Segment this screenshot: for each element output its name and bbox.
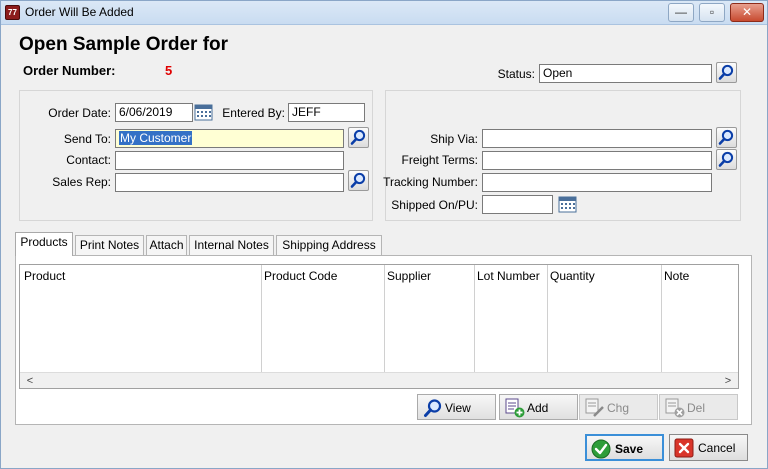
scroll-right-arrow[interactable]: > bbox=[720, 373, 736, 389]
column-divider bbox=[661, 265, 662, 372]
save-button-label: Save bbox=[615, 442, 644, 456]
add-button[interactable]: Add bbox=[499, 394, 578, 420]
add-button-label: Add bbox=[527, 401, 549, 415]
entered-by-label: Entered By: bbox=[222, 106, 285, 120]
tab-products[interactable]: Products bbox=[15, 232, 73, 256]
tab-internal-notes[interactable]: Internal Notes bbox=[189, 235, 274, 255]
column-header-supplier[interactable]: Supplier bbox=[387, 269, 431, 283]
checkmark-icon bbox=[591, 439, 611, 459]
order-date-field[interactable]: 6/06/2019 bbox=[115, 103, 193, 122]
send-to-field[interactable]: My Customer bbox=[115, 129, 344, 148]
column-header-product-code[interactable]: Product Code bbox=[264, 269, 337, 283]
send-to-selected-text: My Customer bbox=[119, 131, 193, 145]
products-grid[interactable]: Product Product Code Supplier Lot Number… bbox=[19, 264, 739, 389]
calendar-icon bbox=[194, 104, 213, 121]
search-icon bbox=[350, 172, 366, 188]
search-icon bbox=[424, 399, 442, 417]
delete-row-icon bbox=[665, 398, 685, 418]
send-to-search-button[interactable] bbox=[348, 127, 369, 148]
order-number-label: Order Number: bbox=[23, 63, 116, 78]
status-search-button[interactable] bbox=[716, 62, 737, 83]
column-header-note[interactable]: Note bbox=[664, 269, 689, 283]
column-header-quantity[interactable]: Quantity bbox=[550, 269, 595, 283]
tracking-number-label: Tracking Number: bbox=[383, 175, 478, 189]
column-divider bbox=[384, 265, 385, 372]
change-button-label: Chg bbox=[607, 401, 630, 415]
window-title: Order Will Be Added bbox=[25, 5, 134, 19]
freight-terms-label: Freight Terms: bbox=[401, 153, 478, 167]
search-icon bbox=[718, 129, 734, 145]
tab-shipping-address[interactable]: Shipping Address bbox=[276, 235, 382, 255]
contact-field[interactable] bbox=[115, 151, 344, 170]
order-dialog-window: 77 Order Will Be Added — ▫ ✕ Open Sample… bbox=[0, 0, 768, 469]
save-button[interactable]: Save bbox=[585, 434, 664, 461]
sales-rep-search-button[interactable] bbox=[348, 170, 369, 191]
order-number-value: 5 bbox=[165, 63, 173, 78]
status-field[interactable]: Open bbox=[539, 64, 712, 83]
close-button[interactable]: ✕ bbox=[730, 3, 764, 22]
tracking-number-field[interactable] bbox=[482, 173, 712, 192]
delete-button[interactable]: Del bbox=[659, 394, 738, 420]
shipped-on-label: Shipped On/PU: bbox=[391, 198, 478, 212]
minimize-button[interactable]: — bbox=[668, 3, 694, 22]
shipped-on-field[interactable] bbox=[482, 195, 553, 214]
edit-row-icon bbox=[585, 398, 604, 417]
title-bar[interactable]: 77 Order Will Be Added — ▫ ✕ bbox=[1, 1, 767, 25]
page-title: Open Sample Order for bbox=[19, 34, 229, 55]
column-divider bbox=[474, 265, 475, 372]
shipped-on-calendar-button[interactable] bbox=[558, 194, 577, 214]
column-divider bbox=[547, 265, 548, 372]
status-label: Status: bbox=[497, 67, 535, 81]
search-icon bbox=[350, 129, 366, 145]
calendar-icon bbox=[558, 196, 577, 213]
tab-attach[interactable]: Attach bbox=[146, 235, 187, 255]
cancel-icon bbox=[674, 438, 694, 458]
column-divider bbox=[261, 265, 262, 372]
cancel-button-label: Cancel bbox=[698, 441, 736, 455]
scroll-left-arrow[interactable]: < bbox=[22, 373, 38, 389]
entered-by-field[interactable]: JEFF bbox=[288, 103, 365, 122]
horizontal-scrollbar[interactable]: < > bbox=[20, 372, 738, 388]
freight-terms-field[interactable] bbox=[482, 151, 712, 170]
add-row-icon bbox=[505, 398, 525, 418]
ship-via-search-button[interactable] bbox=[716, 127, 737, 148]
freight-terms-search-button[interactable] bbox=[716, 149, 737, 170]
cancel-button[interactable]: Cancel bbox=[669, 434, 748, 461]
search-icon bbox=[718, 64, 734, 80]
app-icon: 77 bbox=[5, 5, 20, 20]
order-date-calendar-button[interactable] bbox=[194, 102, 213, 122]
send-to-label: Send To: bbox=[63, 132, 111, 146]
contact-label: Contact: bbox=[66, 153, 111, 167]
delete-button-label: Del bbox=[687, 401, 706, 415]
column-header-product[interactable]: Product bbox=[24, 269, 65, 283]
search-icon bbox=[718, 151, 734, 167]
sales-rep-label: Sales Rep: bbox=[52, 175, 111, 189]
view-button[interactable]: View bbox=[417, 394, 496, 420]
tab-print-notes[interactable]: Print Notes bbox=[75, 235, 144, 255]
change-button[interactable]: Chg bbox=[579, 394, 658, 420]
ship-via-label: Ship Via: bbox=[430, 132, 478, 146]
sales-rep-field[interactable] bbox=[115, 173, 344, 192]
order-date-label: Order Date: bbox=[48, 106, 111, 120]
view-button-label: View bbox=[445, 401, 471, 415]
column-header-lot-number[interactable]: Lot Number bbox=[477, 269, 540, 283]
maximize-button[interactable]: ▫ bbox=[699, 3, 725, 22]
ship-via-field[interactable] bbox=[482, 129, 712, 148]
